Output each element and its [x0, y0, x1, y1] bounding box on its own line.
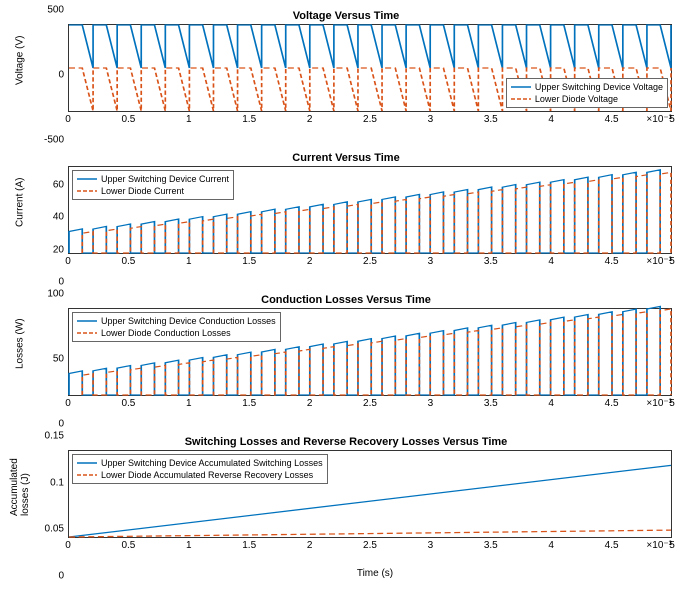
x-ticks: 0 0.5 1 1.5 2 2.5 3 3.5 4 4.5 5 ×10⁻³: [68, 538, 672, 552]
x-axis-label: Time (s): [68, 568, 682, 579]
legend: Upper Switching Device Voltage Lower Dio…: [506, 78, 668, 108]
y-axis-label: Current (A): [15, 207, 26, 227]
y-axis-label: Losses (W): [15, 349, 26, 369]
legend: Upper Switching Device Conduction Losses…: [72, 312, 281, 342]
ytick: 40: [34, 212, 64, 223]
ytick: 0.15: [34, 431, 64, 442]
voltage-subplot: Voltage Versus Time Voltage (V) 500 0 -5…: [10, 10, 682, 140]
switching-losses-subplot: Switching Losses and Reverse Recovery Lo…: [10, 436, 682, 576]
legend-item: Upper Switching Device Conduction Losses: [101, 315, 276, 327]
plot-area: Upper Switching Device Current Lower Dio…: [68, 166, 672, 254]
ytick: 0: [34, 571, 64, 582]
ytick: 0: [34, 70, 64, 81]
x-exponent: ×10⁻³: [646, 398, 672, 409]
legend-item: Lower Diode Accumulated Reverse Recovery…: [101, 469, 313, 481]
legend-item: Upper Switching Device Accumulated Switc…: [101, 457, 323, 469]
x-exponent: ×10⁻³: [646, 256, 672, 267]
legend-item: Lower Diode Voltage: [535, 93, 618, 105]
y-ticks: 100 50 0: [34, 294, 66, 424]
chart-title: Voltage Versus Time: [10, 10, 682, 22]
legend-item: Lower Diode Conduction Losses: [101, 327, 231, 339]
ytick: 500: [34, 5, 64, 16]
legend-item: Upper Switching Device Current: [101, 173, 229, 185]
ytick: 0.1: [34, 477, 64, 488]
ytick: 0: [34, 277, 64, 288]
ytick: 0: [34, 419, 64, 430]
legend-item: Upper Switching Device Voltage: [535, 81, 663, 93]
chart-title: Conduction Losses Versus Time: [10, 294, 682, 306]
plot-area: Upper Switching Device Conduction Losses…: [68, 308, 672, 396]
x-ticks: 0 0.5 1 1.5 2 2.5 3 3.5 4 4.5 5 ×10⁻³: [68, 254, 672, 268]
y-axis-label: Voltage (V): [15, 65, 26, 85]
ytick: 0.05: [34, 524, 64, 535]
legend: Upper Switching Device Accumulated Switc…: [72, 454, 328, 484]
chart-title: Current Versus Time: [10, 152, 682, 164]
legend: Upper Switching Device Current Lower Dio…: [72, 170, 234, 200]
ytick: -500: [34, 135, 64, 146]
y-axis-label: Accumulated losses (J): [9, 496, 31, 516]
x-ticks: 0 0.5 1 1.5 2 2.5 3 3.5 4 4.5 5 ×10⁻³: [68, 112, 672, 126]
ytick: 20: [34, 244, 64, 255]
plot-area: Upper Switching Device Accumulated Switc…: [68, 450, 672, 538]
current-subplot: Current Versus Time Current (A) 60 40 20…: [10, 152, 682, 282]
x-exponent: ×10⁻³: [646, 540, 672, 551]
ytick: 50: [34, 354, 64, 365]
y-ticks: 60 40 20 0: [34, 152, 66, 282]
y-ticks: 500 0 -500: [34, 10, 66, 140]
x-ticks: 0 0.5 1 1.5 2 2.5 3 3.5 4 4.5 5 ×10⁻³: [68, 396, 672, 410]
ytick: 60: [34, 179, 64, 190]
legend-item: Lower Diode Current: [101, 185, 184, 197]
conduction-losses-subplot: Conduction Losses Versus Time Losses (W)…: [10, 294, 682, 424]
ytick: 100: [34, 289, 64, 300]
plot-area: Upper Switching Device Voltage Lower Dio…: [68, 24, 672, 112]
x-exponent: ×10⁻³: [646, 114, 672, 125]
chart-title: Switching Losses and Reverse Recovery Lo…: [10, 436, 682, 448]
y-ticks: 0.15 0.1 0.05 0: [34, 436, 66, 576]
